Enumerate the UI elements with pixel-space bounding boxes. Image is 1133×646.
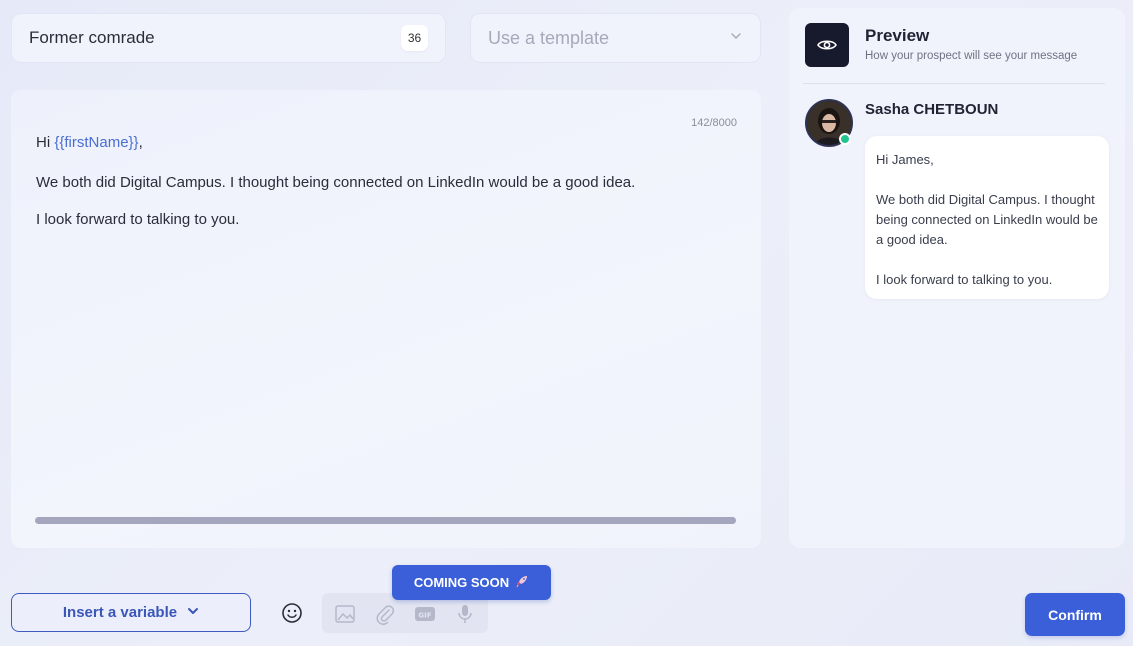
message-line-body[interactable]: We both did Digital Campus. I thought be… (36, 174, 635, 191)
message-name-value[interactable]: Former comrade (29, 28, 401, 48)
preview-divider (803, 83, 1105, 84)
insert-variable-label: Insert a variable (62, 604, 178, 621)
rocket-icon (515, 574, 529, 591)
template-placeholder: Use a template (488, 27, 610, 48)
message-name-field[interactable]: Former comrade 36 (11, 13, 446, 63)
emoji-icon[interactable] (281, 602, 303, 624)
chevron-down-icon (729, 29, 743, 48)
coming-soon-label: COMING SOON (413, 575, 510, 590)
name-char-count-badge: 36 (401, 25, 428, 51)
preview-message-bubble: Hi James, We both did Digital Campus. I … (865, 136, 1109, 299)
insert-variable-button[interactable]: Insert a variable (11, 593, 251, 632)
bubble-body: We both did Digital Campus. I thought be… (876, 192, 1098, 247)
gif-icon: GIF (414, 603, 436, 625)
message-char-count: 142/8000 (691, 117, 737, 129)
template-select[interactable]: Use a template (470, 13, 761, 63)
svg-text:GIF: GIF (418, 612, 431, 620)
confirm-button[interactable]: Confirm (1025, 593, 1125, 636)
bubble-greeting: Hi James, (876, 152, 934, 167)
preview-subtitle: How your prospect will see your message (865, 50, 1078, 62)
message-line-greeting[interactable]: Hi {{firstName}}, (36, 134, 143, 151)
message-editor[interactable]: 142/8000 Hi {{firstName}}, We both did D… (11, 90, 761, 548)
sender-name: Sasha CHETBOUN (865, 101, 999, 118)
bubble-closing: I look forward to talking to you. (876, 272, 1053, 287)
greeting-prefix: Hi (36, 134, 55, 151)
first-name-variable[interactable]: {{firstName}} (54, 134, 138, 151)
eye-icon (805, 23, 849, 67)
coming-soon-badge: COMING SOON (392, 565, 551, 600)
greeting-suffix: , (138, 134, 143, 151)
chevron-down-icon (187, 604, 199, 621)
preview-title: Preview (865, 26, 930, 45)
editor-scrollbar[interactable] (35, 517, 736, 524)
image-icon (334, 603, 356, 625)
microphone-icon (454, 603, 476, 625)
message-line-closing[interactable]: I look forward to talking to you. (36, 211, 239, 228)
online-status-dot (839, 133, 851, 145)
preview-panel: Preview How your prospect will see your … (789, 8, 1125, 548)
paperclip-icon (374, 603, 396, 625)
